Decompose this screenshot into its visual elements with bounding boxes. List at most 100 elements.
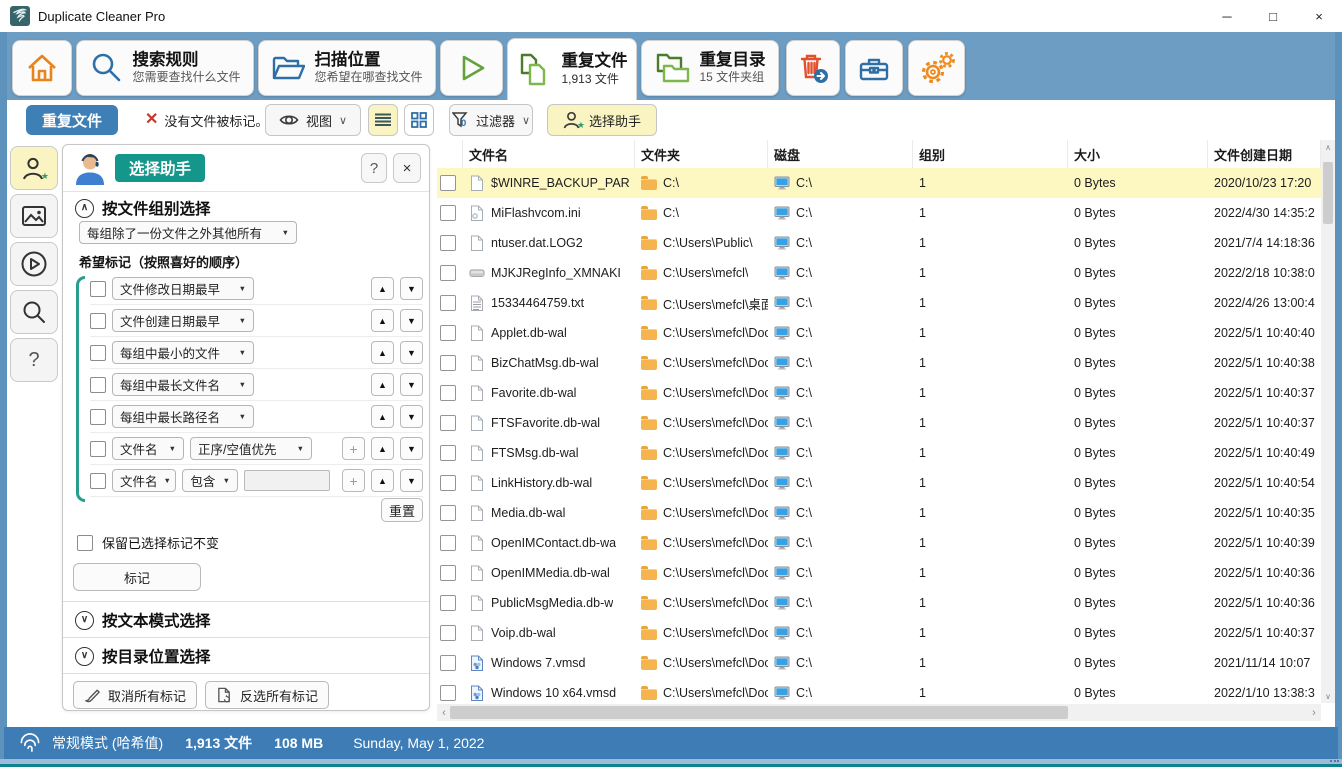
move-up-button[interactable]: ▲ — [371, 469, 394, 492]
table-row[interactable]: FTSMsg.db-walC:\Users\mefcl\DocumeC:\10 … — [437, 438, 1321, 468]
rule-field-dropdown[interactable]: 文件创建日期最早▼ — [112, 309, 254, 332]
section-select-by-location[interactable]: ∨ 按目录位置选择 — [75, 645, 211, 667]
table-row[interactable]: 15334464759.txtC:\Users\mefcl\桌面\C:\10 B… — [437, 288, 1321, 318]
table-row[interactable]: MiFlashvcom.iniC:\C:\10 Bytes2022/4/30 1… — [437, 198, 1321, 228]
rule-value-input[interactable] — [244, 470, 330, 491]
group-mode-dropdown[interactable]: 每组除了一份文件之外其他所有 ▼ — [79, 221, 297, 244]
horizontal-scroll-thumb[interactable] — [450, 706, 1068, 719]
table-row[interactable]: OpenIMContact.db-waC:\Users\mefcl\Docume… — [437, 528, 1321, 558]
table-row[interactable]: BizChatMsg.db-walC:\Users\mefcl\DocumeC:… — [437, 348, 1321, 378]
add-rule-button[interactable]: + — [342, 469, 365, 492]
rule-field-dropdown[interactable]: 文件名▼ — [112, 437, 184, 460]
row-checkbox[interactable] — [440, 565, 456, 581]
row-checkbox[interactable] — [440, 415, 456, 431]
sidebar-item-help[interactable]: ? — [10, 338, 58, 382]
move-down-button[interactable]: ▼ — [400, 277, 423, 300]
column-header-folder[interactable]: 文件夹 — [635, 140, 768, 168]
close-button[interactable]: × — [1296, 0, 1342, 32]
vertical-scroll-thumb[interactable] — [1323, 162, 1333, 224]
sidebar-item-search[interactable] — [10, 290, 58, 334]
view-dropdown[interactable]: 视图 ∨ — [265, 104, 361, 136]
rule-field-dropdown[interactable]: 每组中最长文件名▼ — [112, 373, 254, 396]
table-row[interactable]: MJKJRegInfo_XMNAKIC:\Users\mefcl\C:\10 B… — [437, 258, 1321, 288]
row-checkbox[interactable] — [440, 295, 456, 311]
move-down-button[interactable]: ▼ — [400, 469, 423, 492]
table-row[interactable]: Windows 7.vmsdC:\Users\mefcl\DocumeC:\10… — [437, 648, 1321, 678]
row-checkbox[interactable] — [440, 175, 456, 191]
tab-tools[interactable] — [845, 40, 903, 96]
tab-home[interactable] — [12, 40, 72, 96]
scroll-down-arrow-icon[interactable]: ∨ — [1321, 689, 1335, 703]
sidebar-item-selection-assistant[interactable]: ★ — [10, 146, 58, 190]
selection-assistant-button[interactable]: ★ 选择助手 — [547, 104, 657, 136]
move-down-button[interactable]: ▼ — [400, 309, 423, 332]
column-header-filename[interactable]: 文件名 — [463, 140, 635, 168]
table-row[interactable]: Applet.db-walC:\Users\mefcl\DocumeC:\10 … — [437, 318, 1321, 348]
column-header-created[interactable]: 文件创建日期 — [1208, 140, 1321, 168]
row-checkbox[interactable] — [440, 205, 456, 221]
table-row[interactable]: LinkHistory.db-walC:\Users\mefcl\DocumeC… — [437, 468, 1321, 498]
row-checkbox[interactable] — [440, 505, 456, 521]
rule-checkbox[interactable] — [90, 345, 106, 361]
invert-marks-button[interactable]: 反选所有标记 — [205, 681, 329, 709]
move-up-button[interactable]: ▲ — [371, 437, 394, 460]
unmark-all-button[interactable]: 取消所有标记 — [73, 681, 197, 709]
sidebar-item-image-preview[interactable] — [10, 194, 58, 238]
table-row[interactable]: OpenIMMedia.db-walC:\Users\mefcl\DocumeC… — [437, 558, 1321, 588]
column-header-size[interactable]: 大小 — [1068, 140, 1208, 168]
row-checkbox[interactable] — [440, 265, 456, 281]
row-checkbox[interactable] — [440, 655, 456, 671]
header-checkbox-column[interactable] — [437, 140, 463, 168]
row-checkbox[interactable] — [440, 685, 456, 701]
tab-scan-location[interactable]: 扫描位置 您希望在哪查找文件 — [258, 40, 436, 96]
row-checkbox[interactable] — [440, 355, 456, 371]
move-up-button[interactable]: ▲ — [371, 373, 394, 396]
maximize-button[interactable]: □ — [1250, 0, 1296, 32]
table-row[interactable]: $WINRE_BACKUP_PARC:\C:\10 Bytes2020/10/2… — [437, 168, 1321, 198]
add-rule-button[interactable]: + — [342, 437, 365, 460]
section-select-by-text[interactable]: ∨ 按文本模式选择 — [75, 609, 211, 631]
reset-button[interactable]: 重置 — [381, 498, 423, 522]
table-row[interactable]: Voip.db-walC:\Users\mefcl\DocumeC:\10 By… — [437, 618, 1321, 648]
column-header-disk[interactable]: 磁盘 — [768, 140, 913, 168]
table-row[interactable]: FTSFavorite.db-walC:\Users\mefcl\DocumeC… — [437, 408, 1321, 438]
tab-search-rules[interactable]: 搜索规则 您需要查找什么文件 — [76, 40, 254, 96]
move-up-button[interactable]: ▲ — [371, 309, 394, 332]
row-checkbox[interactable] — [440, 535, 456, 551]
tab-duplicate-folders[interactable]: 重复目录 15 文件夹组 — [641, 40, 779, 96]
table-row[interactable]: Media.db-walC:\Users\mefcl\DocumeC:\10 B… — [437, 498, 1321, 528]
sidebar-item-media-player[interactable] — [10, 242, 58, 286]
panel-help-button[interactable]: ? — [361, 153, 387, 183]
move-up-button[interactable]: ▲ — [371, 341, 394, 364]
column-header-group[interactable]: 组别 — [913, 140, 1068, 168]
scroll-left-arrow-icon[interactable]: ‹ — [437, 704, 451, 721]
rule-checkbox[interactable] — [90, 473, 106, 489]
rule-checkbox[interactable] — [90, 281, 106, 297]
tab-duplicate-files[interactable]: 重复文件 1,913 文件 — [507, 38, 637, 100]
section-select-by-group[interactable]: ∧ 按文件组别选择 — [75, 197, 211, 219]
rule-operator-dropdown[interactable]: 包含▼ — [182, 469, 238, 492]
move-down-button[interactable]: ▼ — [400, 405, 423, 428]
minimize-button[interactable]: ─ — [1204, 0, 1250, 32]
row-checkbox[interactable] — [440, 475, 456, 491]
row-checkbox[interactable] — [440, 445, 456, 461]
tab-settings[interactable] — [908, 40, 965, 96]
row-checkbox[interactable] — [440, 325, 456, 341]
panel-close-button[interactable]: × — [393, 153, 421, 183]
rule-checkbox[interactable] — [90, 377, 106, 393]
table-row[interactable]: Windows 10 x64.vmsdC:\Users\mefcl\Docume… — [437, 678, 1321, 703]
row-checkbox[interactable] — [440, 595, 456, 611]
rule-field-dropdown[interactable]: 文件修改日期最早▼ — [112, 277, 254, 300]
horizontal-scrollbar[interactable]: ‹ › — [437, 704, 1321, 721]
table-row[interactable]: PublicMsgMedia.db-wC:\Users\mefcl\Docume… — [437, 588, 1321, 618]
grid-view-button[interactable] — [404, 104, 434, 136]
scroll-right-arrow-icon[interactable]: › — [1307, 704, 1321, 721]
keep-marks-checkbox[interactable] — [77, 535, 93, 551]
rule-checkbox[interactable] — [90, 409, 106, 425]
table-row[interactable]: ntuser.dat.LOG2C:\Users\Public\C:\10 Byt… — [437, 228, 1321, 258]
tab-start-scan[interactable] — [440, 40, 503, 96]
vertical-scrollbar[interactable]: ∧ ∨ — [1321, 140, 1335, 703]
scroll-up-arrow-icon[interactable]: ∧ — [1321, 140, 1335, 154]
move-up-button[interactable]: ▲ — [371, 405, 394, 428]
table-row[interactable]: Favorite.db-walC:\Users\mefcl\DocumeC:\1… — [437, 378, 1321, 408]
